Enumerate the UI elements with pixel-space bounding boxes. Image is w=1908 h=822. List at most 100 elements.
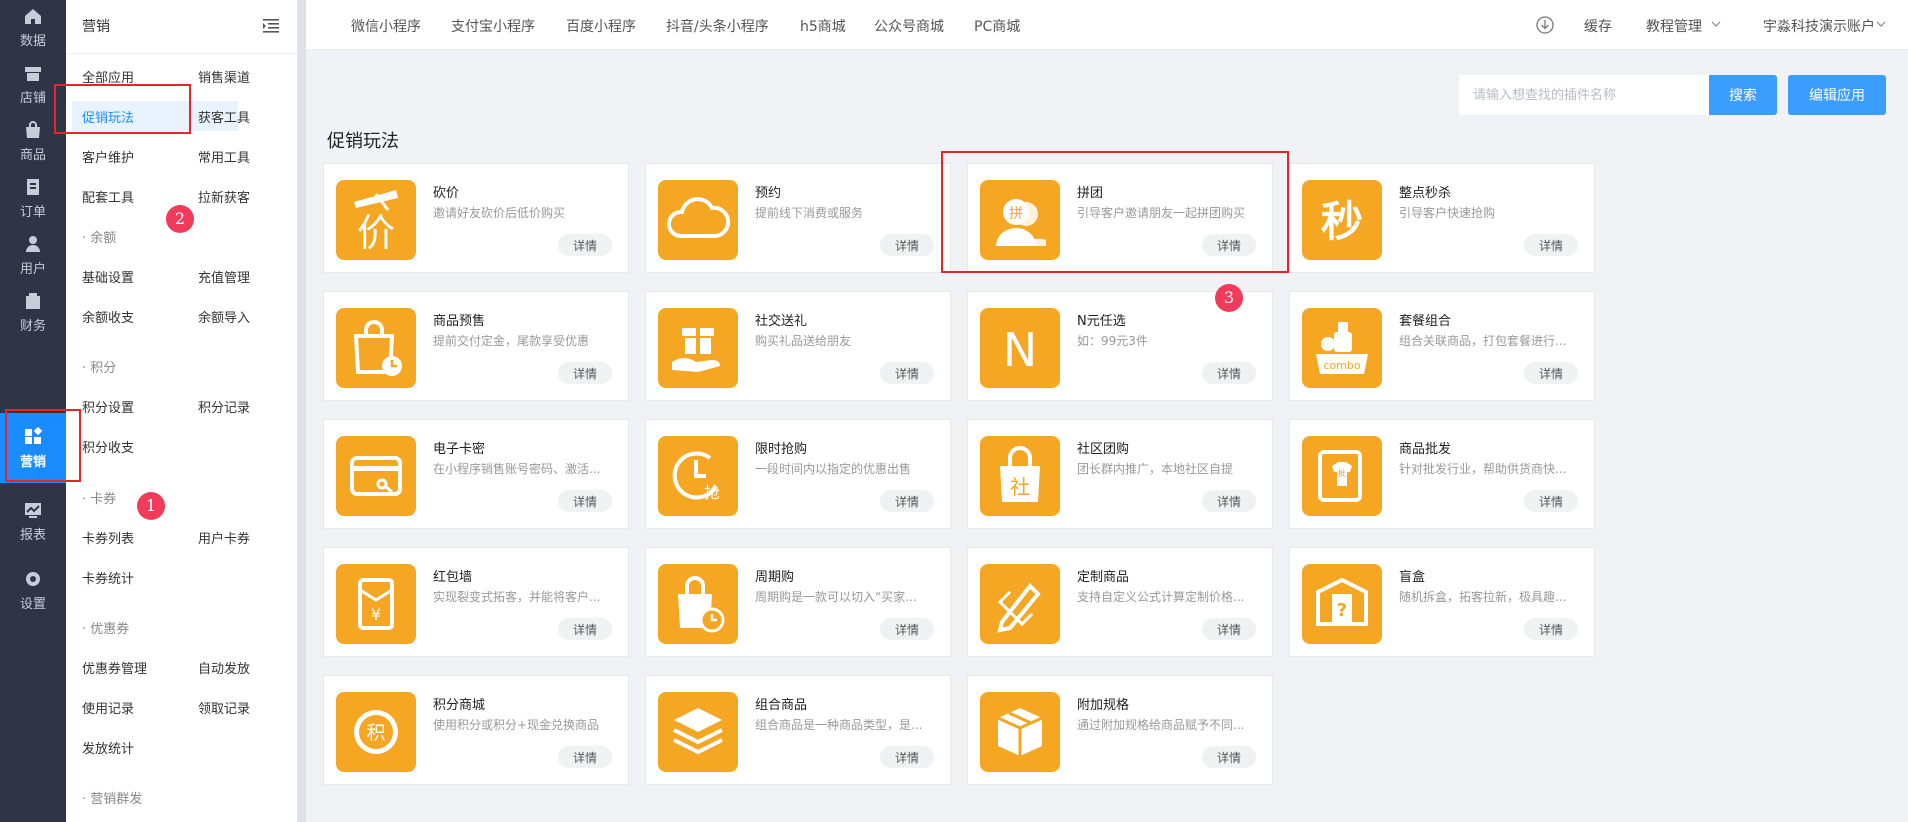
- app-card-blind-box[interactable]: ? 盲盒 随机拆盒，拓客拉新，极具趣... 详情: [1289, 547, 1595, 657]
- submenu-scrollbar[interactable]: [297, 0, 306, 822]
- submenu-balance-import[interactable]: 余额导入: [198, 307, 250, 326]
- app-card-bundle-goods[interactable]: 组合商品 组合商品是一种商品类型，是... 详情: [645, 675, 951, 785]
- app-card-limited-time[interactable]: 抢 限时抢购 一段时间内以指定的优惠出售 详情: [645, 419, 951, 529]
- red-packet-icon: ¥: [336, 564, 416, 644]
- detail-button[interactable]: 详情: [880, 618, 934, 640]
- submenu-auto-issue[interactable]: 自动发放: [198, 658, 250, 677]
- submenu-claim-records[interactable]: 领取记录: [198, 698, 250, 717]
- presale-bag-icon: [336, 308, 416, 388]
- app-desc: 团长群内推广，本地社区自提: [1077, 462, 1234, 476]
- tab-pc-mall[interactable]: PC商城: [974, 16, 1020, 36]
- menu-collapse-icon[interactable]: [262, 17, 280, 35]
- tab-baidu-miniapp[interactable]: 百度小程序: [566, 16, 636, 36]
- detail-button[interactable]: 详情: [558, 746, 612, 768]
- submenu-balance-settings[interactable]: 基础设置: [82, 267, 134, 286]
- app-desc: 在小程序销售账号密码、激活...: [433, 462, 601, 476]
- detail-button[interactable]: 详情: [1524, 618, 1578, 640]
- app-card-community[interactable]: 社 社区团购 团长群内推广，本地社区自提 详情: [967, 419, 1273, 529]
- app-card-wholesale[interactable]: 批 商品批发 针对批发行业，帮助供货商快... 详情: [1289, 419, 1595, 529]
- detail-button[interactable]: 详情: [1202, 618, 1256, 640]
- submenu-group-coupons: · 优惠券: [82, 622, 130, 637]
- tab-wechat-miniapp[interactable]: 微信小程序: [351, 16, 421, 36]
- download-icon[interactable]: [1536, 16, 1554, 34]
- report-icon: [25, 503, 41, 518]
- detail-button[interactable]: 详情: [880, 362, 934, 384]
- submenu-card-stats[interactable]: 卡券统计: [82, 568, 134, 587]
- submenu-customer-care[interactable]: 客户维护: [82, 147, 134, 166]
- nav-label: 商品: [19, 148, 46, 163]
- submenu-use-records[interactable]: 使用记录: [82, 698, 134, 717]
- detail-button[interactable]: 详情: [558, 362, 612, 384]
- detail-button[interactable]: 详情: [558, 618, 612, 640]
- account-menu[interactable]: 宇淼科技演示账户: [1763, 16, 1875, 36]
- submenu-balance-flow[interactable]: 余额收支: [82, 307, 134, 326]
- submenu-common-tools[interactable]: 常用工具: [198, 147, 250, 166]
- app-card-booking[interactable]: 预约 提前线下消费或服务 详情: [645, 163, 951, 273]
- detail-button[interactable]: 详情: [1524, 362, 1578, 384]
- submenu-points-records[interactable]: 积分记录: [198, 397, 250, 416]
- edit-apps-button[interactable]: 编辑应用: [1788, 75, 1886, 115]
- app-card-extra-specs[interactable]: 附加规格 通过附加规格给商品赋予不同... 详情: [967, 675, 1273, 785]
- nav-finance[interactable]: 财务: [0, 285, 66, 345]
- detail-button[interactable]: 详情: [880, 234, 934, 256]
- tutorial-menu[interactable]: 教程管理: [1646, 16, 1702, 36]
- app-desc: 购买礼品送给朋友: [755, 334, 852, 348]
- annotation-box-marketing: [5, 409, 81, 482]
- flash-sale-glyph: 秒: [1321, 197, 1363, 246]
- app-card-flash-sale[interactable]: 秒 整点秒杀 引导客户快速抢购 详情: [1289, 163, 1595, 273]
- app-card-points-mall[interactable]: 积 积分商城 使用积分或积分+现金兑换商品 详情: [323, 675, 629, 785]
- tab-official-account-mall[interactable]: 公众号商城: [874, 16, 944, 36]
- detail-button[interactable]: 详情: [1202, 746, 1256, 768]
- cloud-icon: [658, 180, 738, 260]
- home-icon: [25, 9, 41, 24]
- detail-button[interactable]: 详情: [880, 746, 934, 768]
- nav-settings[interactable]: 设置: [0, 563, 66, 623]
- detail-button[interactable]: 详情: [1524, 490, 1578, 512]
- subscription-bag-icon: [658, 564, 738, 644]
- submenu-issue-stats[interactable]: 发放统计: [82, 738, 134, 757]
- submenu-sales-channel[interactable]: 销售渠道: [198, 67, 250, 86]
- app-card-social-gift[interactable]: 社交送礼 购买礼品送给朋友 详情: [645, 291, 951, 401]
- nav-reports[interactable]: 报表: [0, 494, 66, 554]
- blind-box-glyph: ?: [1337, 600, 1347, 621]
- annotation-box-promo: [54, 84, 191, 134]
- layers-icon: [658, 692, 738, 772]
- app-desc: 随机拆盒，拓客拉新，极具趣...: [1399, 590, 1567, 604]
- app-card-bargain[interactable]: 价 砍价 邀请好友砍价后低价购买 详情: [323, 163, 629, 273]
- detail-button[interactable]: 详情: [558, 234, 612, 256]
- detail-button[interactable]: 详情: [1524, 234, 1578, 256]
- submenu-support-tools[interactable]: 配套工具: [82, 187, 134, 206]
- detail-button[interactable]: 详情: [1202, 362, 1256, 384]
- app-name: 商品预售: [433, 314, 486, 329]
- cache-button[interactable]: 缓存: [1584, 16, 1612, 36]
- submenu-acquire-tools[interactable]: 获客工具: [198, 107, 250, 126]
- tab-alipay-miniapp[interactable]: 支付宝小程序: [451, 16, 535, 36]
- app-card-red-packet-wall[interactable]: ¥ 红包墙 实现裂变式拓客，并能将客户... 详情: [323, 547, 629, 657]
- chevron-down-icon: [1711, 21, 1721, 27]
- tab-h5-mall[interactable]: h5商城: [800, 16, 846, 36]
- submenu-recharge-mgmt[interactable]: 充值管理: [198, 267, 250, 286]
- app-card-subscription[interactable]: 周期购 周期购是一款可以切入“买家... 详情: [645, 547, 951, 657]
- plugin-search-input[interactable]: [1459, 75, 1709, 115]
- app-card-presale[interactable]: 商品预售 提前交付定金，尾款享受优惠 详情: [323, 291, 629, 401]
- submenu-pull-new[interactable]: 拉新获客: [198, 187, 250, 206]
- nav-data[interactable]: 数据: [0, 0, 66, 60]
- search-button[interactable]: 搜索: [1709, 75, 1777, 115]
- submenu-card-list[interactable]: 卡券列表: [82, 528, 134, 547]
- submenu-coupon-mgmt[interactable]: 优惠券管理: [82, 658, 147, 677]
- tab-douyin-miniapp[interactable]: 抖音/头条小程序: [666, 16, 769, 36]
- submenu-user-cards[interactable]: 用户卡券: [198, 528, 250, 547]
- app-card-custom-goods[interactable]: 定制商品 支持自定义公式计算定制价格... 详情: [967, 547, 1273, 657]
- app-card-e-card[interactable]: 电子卡密 在小程序销售账号密码、激活... 详情: [323, 419, 629, 529]
- submenu-points-settings[interactable]: 积分设置: [82, 397, 134, 416]
- detail-button[interactable]: 详情: [880, 490, 934, 512]
- nav-users[interactable]: 用户: [0, 228, 66, 288]
- app-name: 红包墙: [433, 570, 473, 585]
- submenu-group-mass: · 营销群发: [82, 792, 143, 807]
- submenu-points-flow[interactable]: 积分收支: [82, 437, 134, 456]
- detail-button[interactable]: 详情: [1202, 490, 1256, 512]
- app-desc: 提前交付定金，尾款享受优惠: [433, 334, 590, 348]
- detail-button[interactable]: 详情: [558, 490, 612, 512]
- nav-orders[interactable]: 订单: [0, 171, 66, 231]
- app-card-combo[interactable]: combo 套餐组合 组合关联商品，打包套餐进行... 详情: [1289, 291, 1595, 401]
